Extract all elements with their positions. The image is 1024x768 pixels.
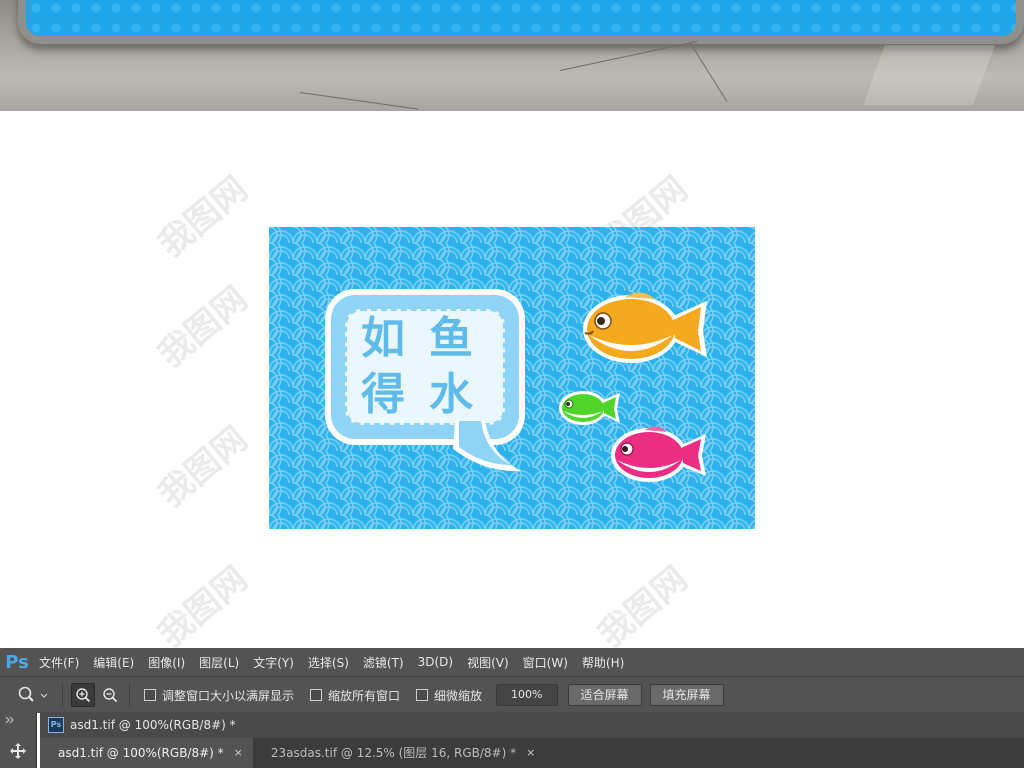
checkbox-box[interactable] [416, 689, 429, 701]
tab-label: asd1.tif @ 100%(RGB/8#) * [58, 746, 224, 760]
mockup-photo [0, 0, 1024, 111]
menu-type[interactable]: 文字(Y) [246, 654, 301, 671]
zoom-out-icon [103, 688, 118, 703]
speech-bubble-tail [453, 421, 521, 472]
title-char-3: 得 [361, 369, 405, 420]
divider [62, 683, 63, 707]
menu-window[interactable]: 窗口(W) [516, 654, 575, 671]
pink-fish-icon [611, 426, 706, 482]
document-title: asd1.tif @ 100%(RGB/8#) * [70, 718, 236, 732]
fit-screen-button[interactable]: 适合屏幕 [567, 684, 642, 706]
floor-crack [559, 40, 698, 71]
document-tabs: asd1.tif @ 100%(RGB/8#) * × 23asdas.tif … [40, 738, 1024, 768]
menu-3d[interactable]: 3D(D) [411, 655, 460, 669]
menu-edit[interactable]: 编辑(E) [86, 654, 141, 671]
orange-fish-icon [583, 292, 707, 363]
tab-23asdas[interactable]: 23asdas.tif @ 12.5% (图层 16, RGB/8#) * × [253, 738, 545, 768]
menu-bar: Ps 文件(F) 编辑(E) 图像(I) 图层(L) 文字(Y) 选择(S) 滤… [0, 648, 1024, 676]
scrubby-zoom-label: 细微缩放 [434, 688, 483, 703]
options-bar: 调整窗口大小以满屏显示 缩放所有窗口 细微缩放 100% 适合屏幕 填充屏幕 [0, 676, 1024, 713]
floor-mat [18, 0, 1024, 44]
scrubby-zoom-checkbox[interactable]: 细微缩放 [416, 687, 482, 704]
watermark: 我图网 [151, 169, 256, 266]
menu-filter[interactable]: 滤镜(T) [356, 654, 411, 671]
zoom-all-windows-checkbox[interactable]: 缩放所有窗口 [310, 687, 400, 704]
tab-asd1[interactable]: asd1.tif @ 100%(RGB/8#) * × [40, 738, 253, 768]
green-fish-icon [559, 391, 620, 425]
ps-document-icon: Ps [48, 717, 64, 733]
floor-crack [689, 42, 728, 103]
zoom-icon [18, 686, 48, 702]
move-tool-icon[interactable] [9, 742, 27, 760]
resize-windows-label: 调整窗口大小以满屏显示 [162, 688, 295, 703]
checkbox-box[interactable] [310, 689, 323, 701]
menu-layer[interactable]: 图层(L) [192, 654, 246, 671]
watermark: 我图网 [151, 279, 256, 376]
tools-panel [0, 712, 37, 768]
zoom-in-button[interactable] [71, 683, 95, 707]
menu-help[interactable]: 帮助(H) [575, 654, 631, 671]
watermark: 我图网 [151, 419, 256, 516]
zoom-level-field[interactable]: 100% [496, 684, 558, 706]
close-icon[interactable]: × [234, 738, 243, 768]
photoshop-logo: Ps [5, 651, 29, 673]
watermark: 我图网 [591, 559, 696, 656]
resize-windows-checkbox[interactable]: 调整窗口大小以满屏显示 [144, 687, 294, 704]
light-reflection [863, 45, 995, 105]
zoom-in-icon [76, 688, 91, 703]
menu-file[interactable]: 文件(F) [32, 654, 86, 671]
panel-collapse-icon[interactable] [0, 713, 36, 727]
menu-image[interactable]: 图像(I) [141, 654, 192, 671]
document-panel-header: Ps asd1.tif @ 100%(RGB/8#) * [40, 712, 1024, 738]
close-icon[interactable]: × [526, 738, 535, 768]
tool-preset-picker[interactable] [12, 681, 56, 709]
title-char-1: 如 [361, 313, 405, 364]
watermark: 我图网 [151, 559, 256, 656]
zoom-out-button[interactable] [99, 684, 121, 706]
artwork-canvas: 如 鱼 得 水 [269, 227, 755, 529]
menu-view[interactable]: 视图(V) [460, 654, 516, 671]
tab-label: 23asdas.tif @ 12.5% (图层 16, RGB/8#) * [270, 746, 517, 760]
floor-crack [299, 92, 419, 110]
fill-screen-button[interactable]: 填充屏幕 [649, 684, 724, 706]
title-char-2: 鱼 [429, 313, 473, 364]
title-char-4: 水 [429, 369, 473, 420]
checkbox-box[interactable] [144, 689, 156, 701]
divider [129, 683, 130, 707]
menu-select[interactable]: 选择(S) [301, 654, 356, 671]
zoom-all-windows-label: 缩放所有窗口 [328, 688, 401, 703]
